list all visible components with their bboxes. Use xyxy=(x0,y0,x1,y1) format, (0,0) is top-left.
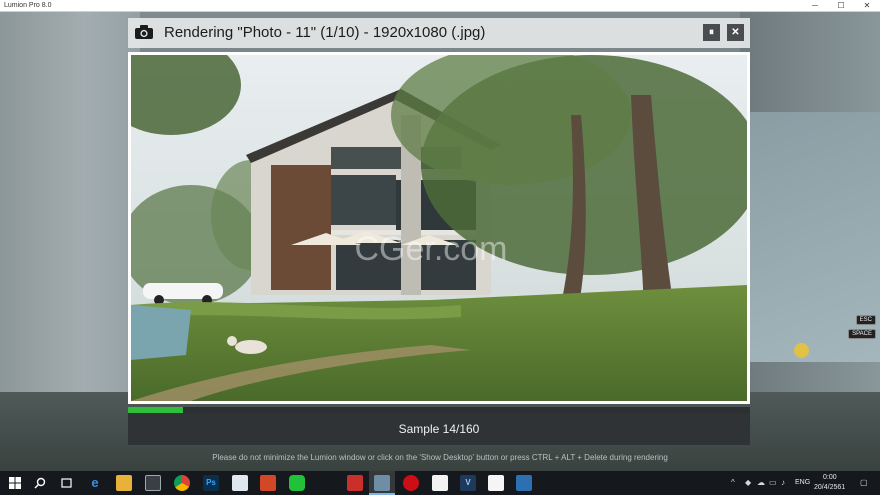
background-wall-left xyxy=(0,12,140,432)
render-scene-illustration: CGer.com xyxy=(131,55,747,401)
dropbox-icon[interactable]: ◆ xyxy=(745,479,754,487)
opera-icon[interactable] xyxy=(403,475,419,491)
network-icon[interactable]: ▭ xyxy=(769,479,778,487)
mail-icon[interactable] xyxy=(488,475,504,491)
store-icon[interactable] xyxy=(145,475,161,491)
powerpoint-icon[interactable] xyxy=(260,475,276,491)
camera-icon xyxy=(135,25,153,39)
cloud-icon[interactable]: ☁ xyxy=(757,479,766,487)
render-header: Rendering "Photo - 11" (1/10) - 1920x108… xyxy=(128,18,750,48)
file-explorer-icon[interactable] xyxy=(116,475,132,491)
space-key-hint: SPACE xyxy=(848,329,876,339)
sample-counter: Sample 14/160 xyxy=(128,413,750,445)
clock-date[interactable]: 20/4/2561 xyxy=(814,484,845,491)
windows-icon[interactable] xyxy=(9,477,21,489)
chrome-icon[interactable] xyxy=(174,475,190,491)
clock-time[interactable]: 0:00 xyxy=(823,474,837,481)
window-title-bar: Lumion Pro 8.0 ─ ☐ ✕ xyxy=(0,0,880,12)
sketchup-icon[interactable] xyxy=(347,475,363,491)
vray-icon[interactable]: V xyxy=(460,475,476,491)
camera-app-icon[interactable] xyxy=(516,475,532,491)
volume-icon[interactable]: ♪ xyxy=(781,479,790,487)
window-close-button[interactable]: ✕ xyxy=(854,0,880,12)
chevron-up-icon[interactable]: ^ xyxy=(731,479,740,487)
window-title: Lumion Pro 8.0 xyxy=(4,2,52,9)
render-title: Rendering "Photo - 11" (1/10) - 1920x108… xyxy=(164,24,486,41)
lumion-icon[interactable] xyxy=(374,475,390,491)
render-close-button[interactable]: ✕ xyxy=(727,24,744,41)
language-indicator[interactable]: ENG xyxy=(795,479,810,486)
render-preview-image: CGer.com xyxy=(131,55,747,401)
windows-taskbar: e Ps V ^ ◆ ☁ ▭ ♪ ENG 0:00 20/4/2561 ▢ xyxy=(0,471,880,495)
notification-icon[interactable]: ▢ xyxy=(860,479,869,487)
task-view-icon[interactable] xyxy=(60,477,73,489)
search-icon[interactable] xyxy=(34,477,46,489)
file-icon[interactable] xyxy=(432,475,448,491)
notepad-icon[interactable] xyxy=(232,475,248,491)
render-hint: Please do not minimize the Lumion window… xyxy=(212,453,668,462)
mouse-cursor-highlight xyxy=(794,343,809,358)
maximize-button[interactable]: ☐ xyxy=(828,0,854,12)
photoshop-icon[interactable]: Ps xyxy=(203,475,219,491)
line-icon[interactable] xyxy=(289,475,305,491)
minimize-button[interactable]: ─ xyxy=(802,0,828,12)
esc-key-hint: ESC xyxy=(855,315,876,325)
render-frame: CGer.com xyxy=(128,52,750,404)
edge-icon[interactable]: e xyxy=(87,475,103,491)
pause-button[interactable]: ⏸ xyxy=(703,24,720,41)
watermark-text: CGer.com xyxy=(354,230,507,268)
